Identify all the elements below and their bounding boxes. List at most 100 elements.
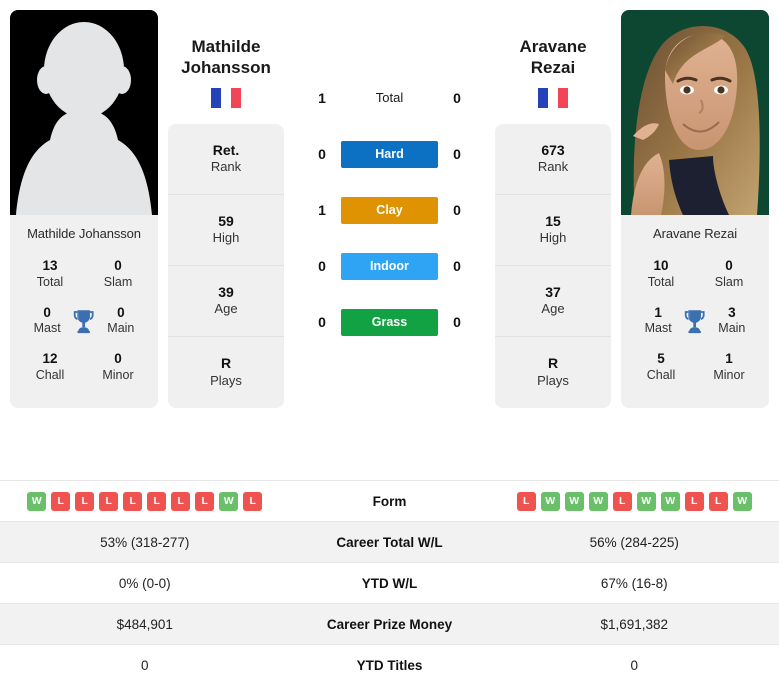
left-titles-minor: 0 Minor [90,351,146,384]
left-ytd-titles: 0 [140,657,149,673]
form-badge-win[interactable]: W [660,491,680,511]
row-label-career-total-wl: Career Total W/L [336,534,443,550]
right-titles-minor-label: Minor [713,367,745,382]
form-badge-win[interactable]: W [540,491,560,511]
left-titles-chall: 12 Chall [22,351,78,384]
left-titles-total-label: Total [36,274,64,289]
form-badge-win[interactable]: W [219,491,239,511]
left-player-first-name: Mathilde [191,37,261,56]
form-badge-loss[interactable]: L [243,491,263,511]
right-form-cell: LWWWLWWLLW [490,491,779,511]
form-badge-loss[interactable]: L [171,491,191,511]
left-info-age-label: Age [214,301,238,317]
left-player-titles: 13 Total 0 Slam 0 Mast 0 Main 12 Chall 0… [10,254,158,408]
h2h-clay-left: 1 [318,202,326,218]
form-badge-loss[interactable]: L [123,491,143,511]
form-badge-loss[interactable]: L [684,491,704,511]
left-career-total-wl: 53% (318-277) [100,534,190,550]
h2h-grass-left: 0 [318,314,326,330]
left-titles-mast: 0 Mast [22,305,72,338]
form-badge-loss[interactable]: L [612,491,632,511]
left-ytd-wl: 0% (0-0) [118,575,171,591]
right-player-info-card: 673 Rank 15 High 37 Age R Plays [495,123,611,408]
right-titles-chall: 5 Chall [633,351,689,384]
h2h-row-total: 1 Total 0 [284,70,495,126]
left-titles-slam-label: Slam [103,274,133,289]
left-info-plays-value: R [220,355,232,372]
form-badge-win[interactable]: W [732,491,752,511]
table-row-ytd-titles: 0 YTD Titles 0 [0,644,779,685]
right-player-first-name: Aravane [519,37,587,56]
left-info-plays-label: Plays [210,372,242,388]
left-info-age-value: 39 [218,283,234,300]
right-titles-mast-value: 1 [654,304,662,320]
form-badge-win[interactable]: W [636,491,656,511]
left-career-prize-money: $484,901 [116,616,173,632]
left-titles-total-value: 13 [42,258,58,273]
h2h-total-label: Total [375,90,404,105]
right-info-rank-label: Rank [537,159,569,175]
right-titles-main-value: 3 [728,304,736,320]
right-info-age-label: Age [541,301,565,317]
form-badge-win[interactable]: W [564,491,584,511]
row-label-career-prize-money: Career Prize Money [326,616,453,632]
h2h-clay-label[interactable]: Clay [341,196,438,224]
left-titles-main-value: 0 [117,304,125,320]
h2h-hard-label[interactable]: Hard [341,140,438,168]
titles-row-chall-minor: 12 Chall 0 Minor [16,347,152,394]
titles-row-chall-minor: 5 Chall 1 Minor [627,347,763,394]
right-titles-mast: 1 Mast [633,305,683,338]
form-badge-loss[interactable]: L [99,491,119,511]
right-titles-chall-value: 5 [657,351,665,366]
h2h-total-right: 0 [453,90,461,106]
right-career-prize-money: $1,691,382 [600,616,669,632]
h2h-total-left: 1 [318,90,326,106]
left-info-high: 59 High [168,195,284,266]
left-player-last-name: Johansson [181,58,271,78]
h2h-grass-label[interactable]: Grass [341,308,438,336]
form-badge-loss[interactable]: L [51,491,71,511]
table-row-career-total-wl: 53% (318-277) Career Total W/L 56% (284-… [0,521,779,562]
player-comparison-page: Mathilde Johansson 13 Total 0 Slam 0 Mas… [0,0,779,699]
right-player-name-block: Aravane Rezai [495,36,611,108]
stats-comparison-table: WLLLLLLLWL Form LWWWLWWLLW 53% (318-277)… [0,480,779,685]
right-info-age: 37 Age [495,266,611,337]
left-player-card[interactable]: Mathilde Johansson 13 Total 0 Slam 0 Mas… [10,10,158,408]
titles-row-mast-main: 1 Mast 3 Main [627,301,763,348]
left-info-high-label: High [212,230,240,246]
left-player-info-card: Ret. Rank 59 High 39 Age R Plays [168,123,284,408]
left-info-plays: R Plays [168,337,284,408]
left-info-rank-value: Ret. [212,141,240,158]
right-form-badges: LWWWLWWLLW [490,491,779,511]
left-titles-chall-value: 12 [42,351,58,366]
right-info-plays-value: R [547,355,559,372]
left-info-age: 39 Age [168,266,284,337]
titles-row-mast-main: 0 Mast 0 Main [16,301,152,348]
left-info-rank: Ret. Rank [168,124,284,195]
player-portrait-photo [621,10,769,215]
head-to-head-column: 1 Total 0 0 Hard 0 1 Clay 0 0 Indoor 0 0 [284,10,495,350]
form-badge-loss[interactable]: L [195,491,215,511]
right-player-photo-column: Aravane Rezai 10 Total 0 Slam 1 Mast 3 M… [611,10,779,408]
h2h-row-indoor: 0 Indoor 0 [284,238,495,294]
table-row-form: WLLLLLLLWL Form LWWWLWWLLW [0,480,779,521]
row-label-form: Form [372,493,407,509]
form-badge-loss[interactable]: L [75,491,95,511]
trophy-icon [685,309,705,333]
right-player-last-name: Rezai [530,58,576,78]
h2h-indoor-left: 0 [318,258,326,274]
h2h-indoor-right: 0 [453,258,461,274]
fr-flag-icon [211,87,241,108]
form-badge-win[interactable]: W [27,491,47,511]
form-badge-win[interactable]: W [588,491,608,511]
form-badge-loss[interactable]: L [147,491,167,511]
h2h-indoor-label[interactable]: Indoor [341,252,438,280]
right-player-card[interactable]: Aravane Rezai 10 Total 0 Slam 1 Mast 3 M… [621,10,769,408]
form-badge-loss[interactable]: L [516,491,536,511]
right-info-high-label: High [539,230,567,246]
fr-flag-icon [538,87,568,108]
form-badge-loss[interactable]: L [708,491,728,511]
left-titles-mast-label: Mast [33,321,61,336]
right-ytd-titles: 0 [630,657,638,673]
right-player-titles: 10 Total 0 Slam 1 Mast 3 Main 5 Chall 1 … [621,254,769,408]
